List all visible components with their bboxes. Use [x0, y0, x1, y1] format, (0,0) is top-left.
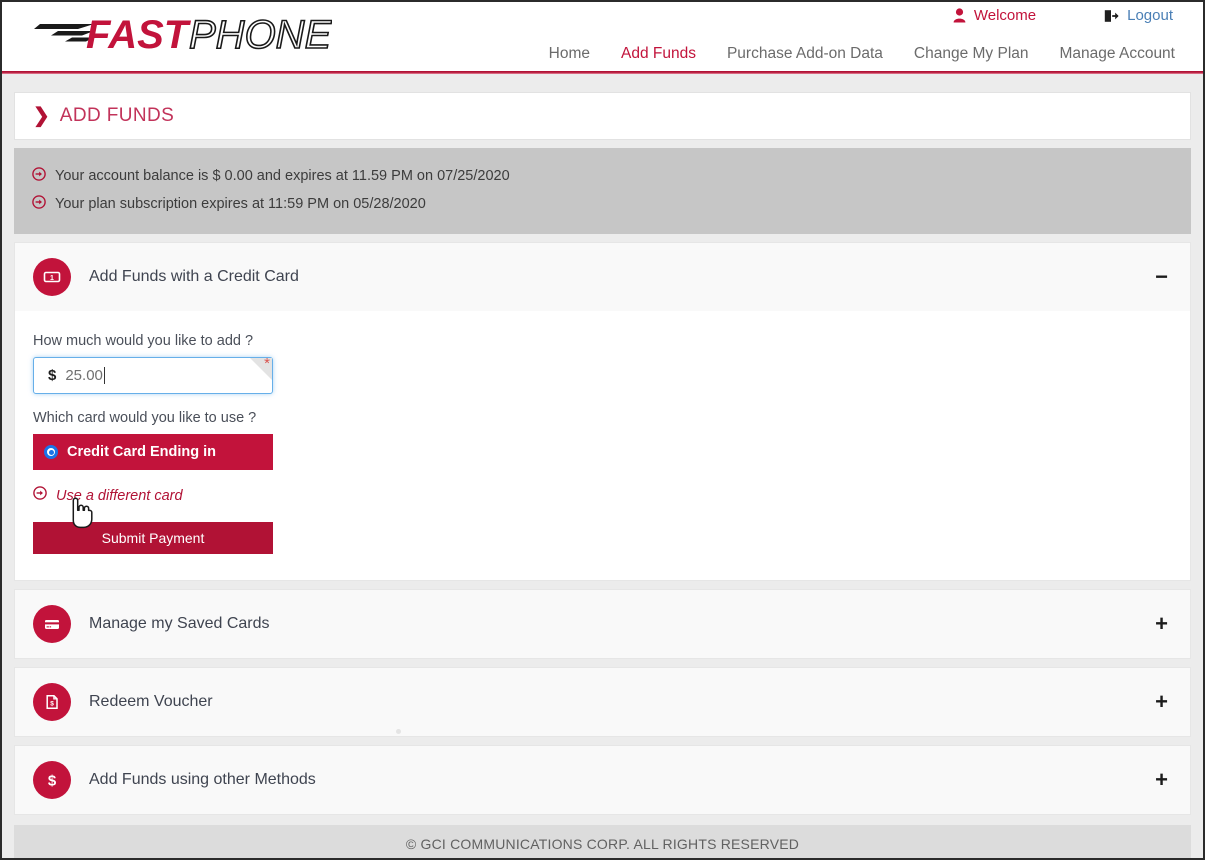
page-body: ❯ ADD FUNDS Your account balance is $ 0.…	[2, 74, 1203, 858]
browser-window: FAST PHONE Welcome Logout Home Add Funds…	[0, 0, 1205, 860]
section-body-credit-card: How much would you like to add ? $ 25.00…	[15, 311, 1190, 580]
submit-payment-button[interactable]: Submit Payment	[33, 522, 273, 554]
section-other-methods: $ Add Funds using other Methods +	[14, 745, 1191, 815]
chevron-right-icon: ❯	[33, 105, 50, 127]
required-asterisk: *	[264, 355, 270, 372]
account-balance-text: Your account balance is $ 0.00 and expir…	[55, 168, 510, 184]
logout-label: Logout	[1127, 7, 1173, 24]
welcome-link[interactable]: Welcome	[953, 7, 1036, 24]
nav-item-change-my-plan[interactable]: Change My Plan	[914, 45, 1029, 63]
decorative-dot	[396, 729, 401, 734]
arrow-circle-right-icon	[32, 167, 46, 185]
section-label-credit-card: Add Funds with a Credit Card	[89, 268, 299, 285]
dollar-sign-icon: $	[33, 761, 71, 799]
section-credit-card: 1 Add Funds with a Credit Card − How muc…	[14, 242, 1191, 581]
saved-card-label: Credit Card Ending in	[67, 444, 217, 460]
svg-text:FAST: FAST	[86, 13, 192, 57]
svg-text:$: $	[50, 701, 54, 708]
nav-item-add-funds[interactable]: Add Funds	[621, 45, 696, 63]
section-label-redeem-voucher: Redeem Voucher	[89, 693, 213, 710]
use-different-card-link[interactable]: Use a different card	[33, 486, 1172, 505]
page-title: ADD FUNDS	[59, 105, 175, 126]
section-saved-cards: Manage my Saved Cards +	[14, 589, 1191, 659]
page-footer: © GCI COMMUNICATIONS CORP. ALL RIGHTS RE…	[14, 825, 1191, 858]
expand-toggle-other-methods[interactable]: +	[1155, 769, 1168, 791]
plan-expiry-text: Your plan subscription expires at 11:59 …	[55, 196, 426, 212]
saved-card-radio-option[interactable]: Credit Card Ending in	[33, 434, 273, 470]
svg-text:PHONE: PHONE	[189, 13, 332, 57]
arrow-circle-right-icon	[32, 195, 46, 213]
voucher-document-icon: $	[33, 683, 71, 721]
alert-row: Your account balance is $ 0.00 and expir…	[32, 162, 1173, 190]
expand-toggle-redeem-voucher[interactable]: +	[1155, 691, 1168, 713]
amount-field-wrapper: $ 25.00 *	[33, 355, 273, 394]
section-header-credit-card[interactable]: 1 Add Funds with a Credit Card −	[15, 243, 1190, 311]
main-nav: Home Add Funds Purchase Add-on Data Chan…	[549, 45, 1175, 63]
arrow-circle-right-icon	[33, 486, 47, 505]
page-title-bar: ❯ ADD FUNDS	[14, 92, 1191, 140]
fastphone-logo[interactable]: FAST PHONE	[32, 10, 333, 58]
alert-row: Your plan subscription expires at 11:59 …	[32, 190, 1173, 218]
nav-item-manage-account[interactable]: Manage Account	[1060, 45, 1175, 63]
site-header: FAST PHONE Welcome Logout Home Add Funds…	[2, 2, 1203, 71]
collapse-toggle-credit-card[interactable]: −	[1155, 266, 1168, 288]
currency-symbol: $	[48, 367, 57, 384]
use-different-card-label: Use a different card	[56, 487, 183, 504]
card-question-label: Which card would you like to use ?	[33, 410, 257, 426]
text-caret	[103, 367, 105, 384]
logout-icon	[1104, 9, 1119, 23]
user-icon	[953, 8, 966, 23]
nav-item-home[interactable]: Home	[549, 45, 590, 63]
banknote-icon: 1	[33, 258, 71, 296]
utility-nav: Welcome Logout	[953, 7, 1173, 24]
credit-card-icon	[33, 605, 71, 643]
section-redeem-voucher: $ Redeem Voucher +	[14, 667, 1191, 737]
add-funds-accordion: 1 Add Funds with a Credit Card − How muc…	[14, 242, 1191, 815]
amount-value: 25.00	[65, 367, 103, 384]
nav-item-purchase-addon-data[interactable]: Purchase Add-on Data	[727, 45, 883, 63]
logout-link[interactable]: Logout	[1104, 7, 1173, 24]
section-header-other-methods[interactable]: $ Add Funds using other Methods +	[15, 746, 1190, 814]
section-header-redeem-voucher[interactable]: $ Redeem Voucher +	[15, 668, 1190, 736]
expand-toggle-saved-cards[interactable]: +	[1155, 613, 1168, 635]
svg-text:1: 1	[50, 275, 54, 282]
section-label-saved-cards: Manage my Saved Cards	[89, 615, 270, 632]
copyright-text: © GCI COMMUNICATIONS CORP. ALL RIGHTS RE…	[405, 836, 800, 852]
amount-question-label: How much would you like to add ?	[33, 333, 254, 349]
welcome-label: Welcome	[973, 7, 1037, 24]
radio-selected-icon[interactable]	[44, 445, 58, 459]
section-label-other-methods: Add Funds using other Methods	[89, 771, 316, 788]
account-status-alerts: Your account balance is $ 0.00 and expir…	[14, 148, 1191, 234]
svg-text:$: $	[48, 772, 57, 789]
section-header-saved-cards[interactable]: Manage my Saved Cards +	[15, 590, 1190, 658]
amount-input[interactable]: $ 25.00	[33, 357, 273, 394]
